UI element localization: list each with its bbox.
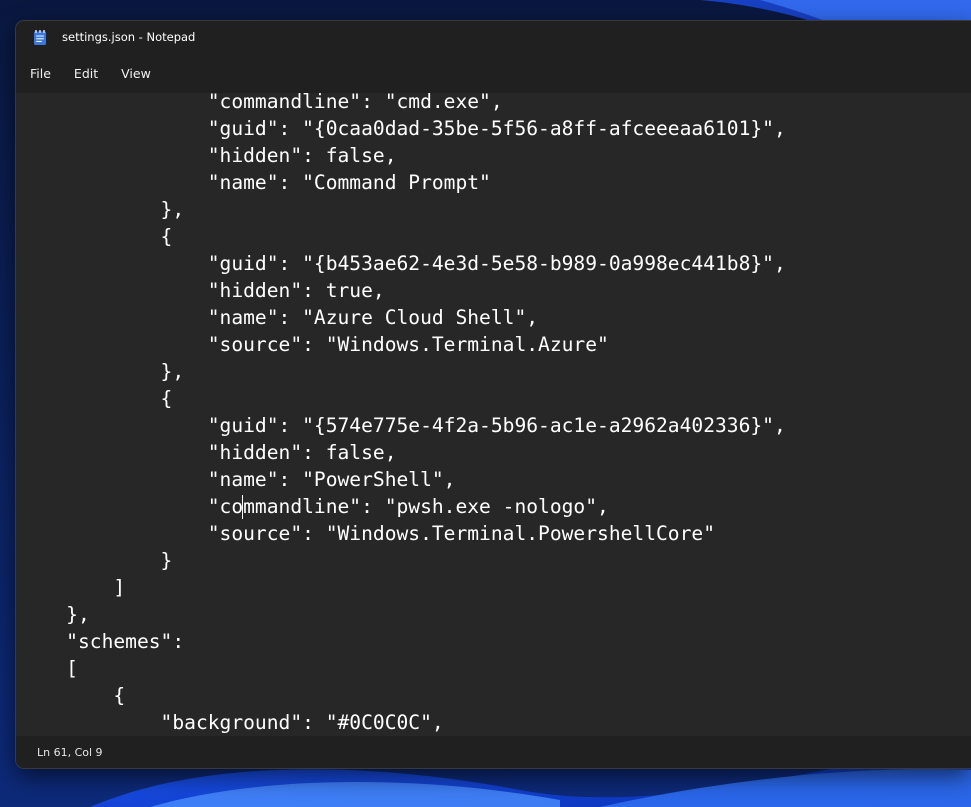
editor-line[interactable]: "background": "#0C0C0C", <box>16 709 786 736</box>
editor-line[interactable]: "hidden": false, <box>16 142 786 169</box>
menu-bar: File Edit View <box>16 53 971 93</box>
notepad-window: settings.json - Notepad File Edit View "… <box>16 21 971 768</box>
editor-line[interactable]: [ <box>16 655 786 682</box>
editor-line[interactable]: "name": "PowerShell", <box>16 466 786 493</box>
editor-line[interactable]: "hidden": false, <box>16 439 786 466</box>
editor-line[interactable]: { <box>16 223 786 250</box>
menu-file[interactable]: File <box>20 60 61 87</box>
notepad-icon <box>34 29 46 45</box>
editor-line[interactable]: "name": "Azure Cloud Shell", <box>16 304 786 331</box>
editor-line[interactable]: "source": "Windows.Terminal.Azure" <box>16 331 786 358</box>
text-editor[interactable]: "commandline": "cmd.exe", "guid": "{0caa… <box>16 93 971 736</box>
editor-line[interactable]: "commandline": "cmd.exe", <box>16 93 786 115</box>
editor-line[interactable]: }, <box>16 196 786 223</box>
editor-line[interactable]: } <box>16 547 786 574</box>
status-bar: Ln 61, Col 9 <box>16 736 971 768</box>
editor-line[interactable]: "schemes": <box>16 628 786 655</box>
menu-view[interactable]: View <box>111 60 161 87</box>
editor-line[interactable]: ] <box>16 574 786 601</box>
editor-line[interactable]: "guid": "{b453ae62-4e3d-5e58-b989-0a998e… <box>16 250 786 277</box>
editor-line[interactable]: { <box>16 385 786 412</box>
menu-edit[interactable]: Edit <box>64 60 108 87</box>
editor-line[interactable]: "guid": "{0caa0dad-35be-5f56-a8ff-afceee… <box>16 115 786 142</box>
cursor-position: Ln 61, Col 9 <box>37 745 103 759</box>
editor-line[interactable]: }, <box>16 601 786 628</box>
editor-line[interactable]: "guid": "{574e775e-4f2a-5b96-ac1e-a2962a… <box>16 412 786 439</box>
editor-line[interactable]: { <box>16 682 786 709</box>
editor-line[interactable]: "source": "Windows.Terminal.PowershellCo… <box>16 520 786 547</box>
editor-content[interactable]: "commandline": "cmd.exe", "guid": "{0caa… <box>16 93 786 736</box>
editor-line[interactable]: "name": "Command Prompt" <box>16 169 786 196</box>
editor-line[interactable]: "hidden": true, <box>16 277 786 304</box>
title-bar[interactable]: settings.json - Notepad <box>16 21 971 53</box>
editor-line[interactable]: "commandline": "pwsh.exe -nologo", <box>16 493 786 520</box>
editor-line[interactable]: }, <box>16 358 786 385</box>
text-caret <box>242 495 243 519</box>
window-title: settings.json - Notepad <box>62 30 196 44</box>
